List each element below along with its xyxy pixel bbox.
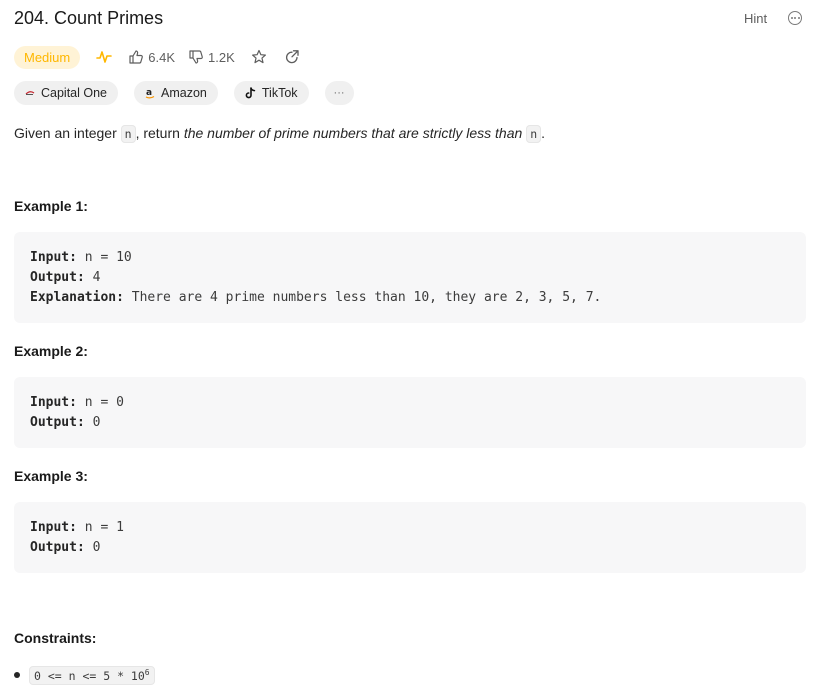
company-tag-label: Amazon [161, 86, 207, 100]
output-value: 0 [84, 540, 101, 555]
hint-button[interactable]: Hint [744, 11, 767, 26]
description-text: . [541, 125, 546, 141]
problem-description: Given an integer n, return the number of… [14, 124, 545, 143]
example-output-line: Output: 0 [30, 538, 806, 558]
amazon-logo-icon: a [145, 87, 155, 99]
star-icon[interactable] [251, 49, 267, 65]
explanation-label: Explanation: [30, 290, 124, 305]
like-button[interactable]: 6.4K [128, 49, 175, 65]
constraints-title: Constraints: [14, 630, 97, 646]
example-2-block: Input: n = 0 Output: 0 [14, 377, 806, 448]
example-1-title: Example 1: [14, 198, 88, 214]
input-label: Input: [30, 395, 77, 410]
output-value: 0 [84, 415, 101, 430]
constraint-exponent: 6 [144, 668, 150, 677]
description-text: Given an integer [14, 125, 121, 141]
example-2-title: Example 2: [14, 343, 88, 359]
svg-text:a: a [146, 88, 152, 98]
problem-meta-row: Medium 6.4K 1.2K [14, 44, 300, 70]
input-label: Input: [30, 520, 77, 535]
input-value: n = 0 [76, 395, 124, 410]
example-output-line: Output: 0 [30, 413, 806, 433]
problem-title: 204. Count Primes [14, 8, 164, 28]
input-value: n = 10 [76, 250, 132, 265]
company-tags: Capital One a Amazon TikTok ··· [14, 81, 370, 105]
output-value: 4 [84, 270, 101, 285]
like-count: 6.4K [148, 49, 175, 65]
example-3-title: Example 3: [14, 468, 88, 484]
input-label: Input: [30, 250, 77, 265]
thumbs-down-icon [188, 49, 204, 65]
inline-code-n: n [120, 125, 136, 143]
company-tag-label: TikTok [261, 86, 298, 100]
output-label: Output: [30, 270, 85, 285]
example-3-block: Input: n = 1 Output: 0 [14, 502, 806, 573]
share-icon[interactable] [284, 49, 300, 65]
capital-one-logo-icon [25, 90, 35, 96]
example-input-line: Input: n = 1 [30, 518, 806, 538]
constraint-text: 0 <= n <= 5 * 10 [34, 668, 145, 683]
more-options-icon[interactable] [788, 11, 802, 25]
dislike-count: 1.2K [208, 49, 235, 65]
example-input-line: Input: n = 10 [30, 248, 806, 268]
inline-code-n: n [526, 125, 542, 143]
output-label: Output: [30, 415, 85, 430]
description-emphasis: the number of prime numbers that are str… [183, 125, 523, 141]
company-tag-label: Capital One [41, 86, 108, 100]
explanation-value: There are 4 prime numbers less than 10, … [123, 290, 602, 305]
dislike-button[interactable]: 1.2K [188, 49, 235, 65]
company-tag-tiktok[interactable]: TikTok [233, 81, 309, 105]
activity-icon[interactable] [96, 49, 113, 65]
example-explanation-line: Explanation: There are 4 prime numbers l… [30, 288, 806, 308]
more-tags-button[interactable]: ··· [324, 81, 354, 105]
constraint-item: 0 <= n <= 5 * 106 [29, 666, 155, 685]
input-value: n = 1 [76, 520, 124, 535]
list-bullet [14, 672, 20, 678]
tiktok-logo-icon [245, 87, 256, 99]
company-tag-capital-one[interactable]: Capital One [14, 81, 119, 105]
company-tag-amazon[interactable]: a Amazon [134, 81, 218, 105]
thumbs-up-icon [128, 49, 144, 65]
example-output-line: Output: 4 [30, 268, 806, 288]
difficulty-badge[interactable]: Medium [14, 45, 81, 69]
example-input-line: Input: n = 0 [30, 393, 806, 413]
description-text: , return [135, 125, 184, 141]
output-label: Output: [30, 540, 85, 555]
example-1-block: Input: n = 10 Output: 4 Explanation: The… [14, 232, 806, 323]
